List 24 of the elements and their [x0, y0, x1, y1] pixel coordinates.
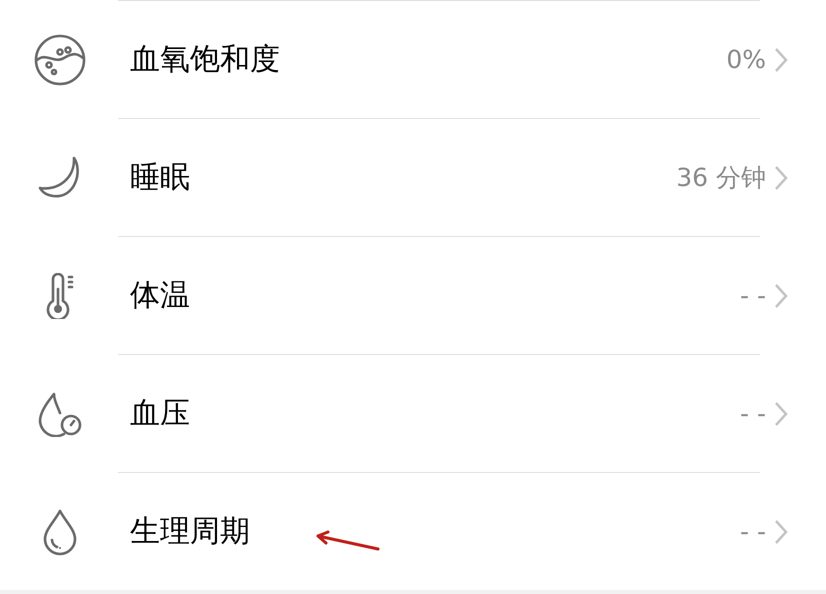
chevron-right-icon — [774, 518, 788, 544]
list-row[interactable]: 生理周期 - - — [0, 473, 826, 590]
row-label: 生理周期 — [130, 513, 250, 551]
list-row[interactable]: 血压 - - — [0, 355, 826, 472]
thermometer-icon — [45, 272, 75, 318]
row-value: 0% — [726, 44, 766, 76]
row-label: 血氧饱和度 — [130, 41, 280, 79]
drop-gauge-icon — [38, 390, 82, 436]
row-label: 体温 — [130, 277, 190, 315]
chevron-right-icon — [774, 164, 788, 190]
chevron-right-icon — [774, 46, 788, 72]
row-value: - - — [740, 516, 766, 548]
chevron-right-icon — [774, 282, 788, 308]
row-label: 血压 — [130, 395, 190, 433]
row-value: - - — [740, 398, 766, 430]
water-drop-icon — [42, 508, 78, 556]
list-row[interactable]: 睡眠 36 分钟 — [0, 119, 826, 236]
row-value: 36 分钟 — [676, 162, 766, 194]
oxygen-bubbles-icon — [34, 34, 86, 86]
row-value: - - — [740, 280, 766, 312]
row-label: 睡眠 — [130, 159, 190, 197]
chevron-right-icon — [774, 400, 788, 426]
list-row[interactable]: 血氧饱和度 0% — [0, 1, 826, 118]
list-row[interactable]: 体温 - - — [0, 237, 826, 354]
